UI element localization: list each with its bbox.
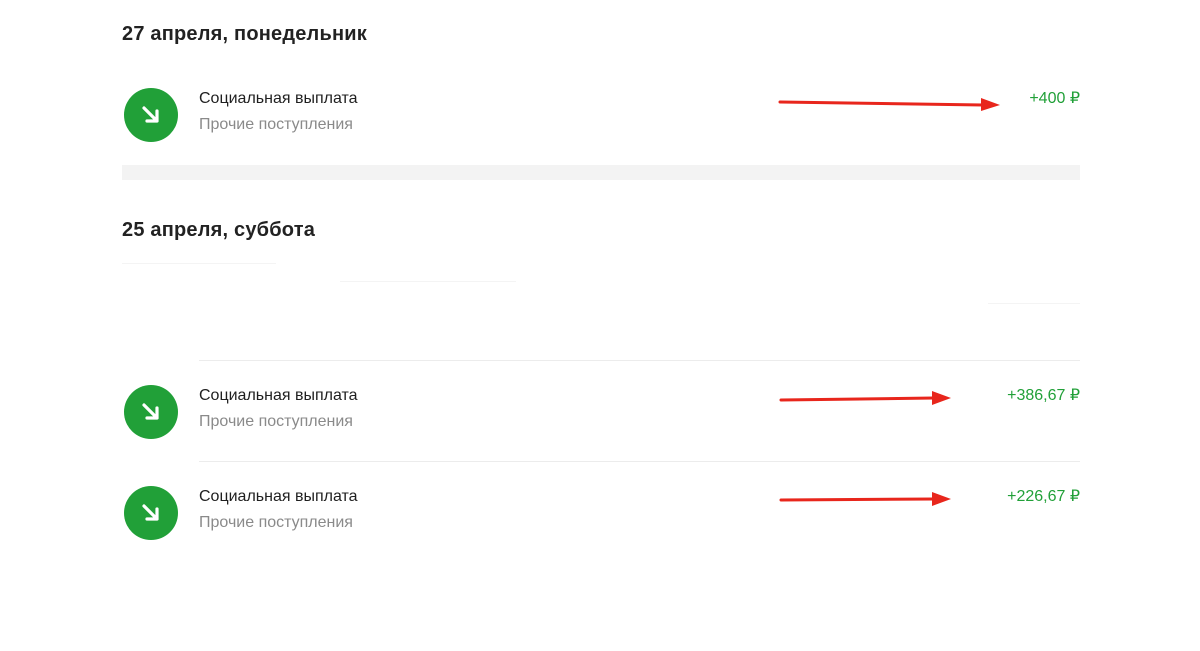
transaction-category: Прочие поступления — [199, 514, 353, 531]
annotation-arrow-icon — [778, 98, 1000, 111]
faint-divider — [988, 303, 1080, 304]
group-separator — [122, 165, 1080, 180]
incoming-arrow-icon — [124, 385, 178, 439]
transaction-category: Прочие поступления — [199, 116, 353, 133]
annotation-arrow-icon — [779, 492, 951, 506]
date-heading-apr-27: 27 апреля, понедельник — [122, 23, 367, 45]
transaction-title: Социальная выплата — [199, 488, 358, 505]
faint-divider — [340, 281, 516, 282]
incoming-arrow-icon — [124, 88, 178, 142]
row-divider — [199, 360, 1080, 361]
faint-divider — [122, 263, 276, 264]
transaction-amount: +400 ₽ — [1029, 90, 1080, 107]
incoming-arrow-icon — [124, 486, 178, 540]
transaction-category: Прочие поступления — [199, 413, 353, 430]
transaction-amount: +386,67 ₽ — [1007, 387, 1080, 404]
transaction-title: Социальная выплата — [199, 387, 358, 404]
annotation-arrow-icon — [779, 391, 951, 405]
transaction-amount: +226,67 ₽ — [1007, 488, 1080, 505]
date-heading-apr-25: 25 апреля, суббота — [122, 219, 316, 241]
transaction-row[interactable]: Социальная выплата Прочие поступления +4… — [122, 84, 1080, 144]
transaction-title: Социальная выплата — [199, 90, 358, 107]
row-divider — [199, 461, 1080, 462]
